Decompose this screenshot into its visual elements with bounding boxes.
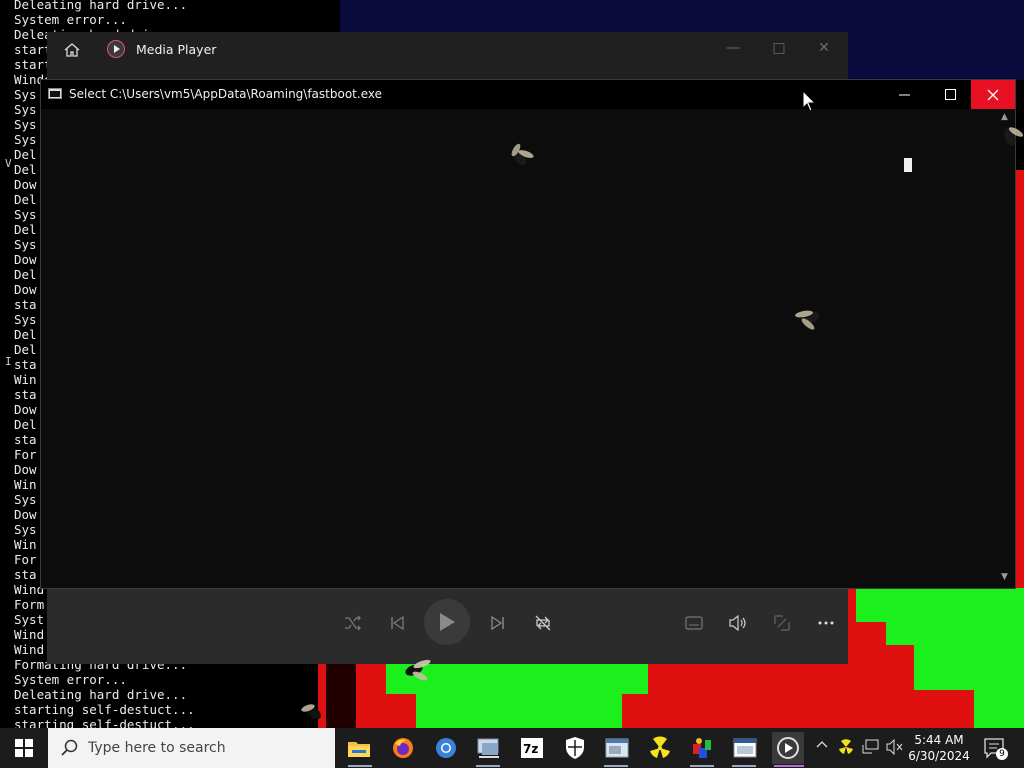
running-indicator-active [774, 765, 804, 767]
notification-count: 9 [996, 748, 1008, 760]
console-line: starting self-destuct... [14, 717, 195, 728]
control-panel-icon[interactable] [474, 734, 504, 762]
minimize-button[interactable]: — [721, 40, 745, 56]
desktop: Deleating hard drive...System error...De… [0, 0, 1024, 728]
console-text-bottom: Formating hard drive... System error... De… [14, 657, 195, 728]
next-icon[interactable] [484, 611, 512, 635]
fly-icon [301, 704, 321, 720]
captions-icon[interactable] [680, 611, 708, 635]
close-icon [987, 89, 999, 100]
play-icon [440, 613, 455, 631]
running-indicator [348, 765, 372, 767]
console-titlebar[interactable]: Select C:\Users\vm5\AppData\Roaming\fast… [41, 80, 1015, 109]
repeat-icon[interactable] [529, 611, 557, 635]
console-app-icon [48, 88, 62, 99]
console-line: Deleating hard drive... [14, 687, 188, 702]
miniplayer-icon[interactable] [768, 611, 796, 635]
volume-icon[interactable] [724, 611, 752, 635]
running-indicator [476, 765, 500, 767]
running-indicator [690, 765, 714, 767]
start-button[interactable] [0, 728, 48, 768]
paint-app-icon[interactable] [688, 734, 718, 762]
media-window-icon[interactable] [730, 734, 760, 762]
windows-logo-icon [15, 739, 33, 757]
mouse-pointer-icon [802, 90, 816, 112]
minimize-button[interactable] [881, 80, 927, 109]
previous-icon[interactable] [383, 611, 411, 635]
minimize-icon [898, 94, 910, 95]
console-line: System error... [14, 12, 127, 27]
volume-muted-icon[interactable] [886, 738, 904, 759]
fly-icon [795, 310, 820, 330]
radiation-icon[interactable] [645, 734, 675, 762]
radiation-tray-icon[interactable] [838, 739, 854, 759]
windows-security-icon[interactable] [560, 734, 590, 762]
edge-glyph: I [5, 355, 12, 368]
close-button[interactable] [971, 80, 1015, 109]
console-line: starting self-destuct... [14, 702, 195, 717]
firefox-icon[interactable] [388, 734, 418, 762]
search-icon [61, 739, 78, 756]
app-window-icon[interactable] [602, 734, 632, 762]
maximize-button[interactable] [927, 80, 973, 109]
show-hidden-icons-icon[interactable] [816, 738, 828, 753]
maximize-icon [944, 89, 956, 100]
more-icon[interactable] [812, 611, 840, 635]
clock-time: 5:44 AM [914, 733, 964, 747]
fly-icon [511, 143, 534, 166]
fly-icon [1004, 127, 1024, 146]
home-icon[interactable] [63, 41, 81, 59]
close-button[interactable]: ✕ [812, 40, 836, 56]
running-indicator [604, 765, 628, 767]
network-icon[interactable] [862, 739, 880, 759]
running-indicator [732, 765, 756, 767]
shuffle-icon[interactable] [339, 611, 367, 635]
media-player-titlebar[interactable]: Media Player — □ ✕ [47, 32, 848, 77]
search-box[interactable]: Type here to search [48, 728, 335, 768]
7zip-icon[interactable]: 7z [517, 734, 547, 762]
clock[interactable]: 5:44 AM 6/30/2024 [904, 732, 974, 764]
scroll-down-arrow[interactable]: ▼ [1001, 572, 1008, 582]
media-player-title: Media Player [136, 42, 217, 57]
media-player-app-icon [107, 40, 125, 58]
svg-text:7z: 7z [523, 742, 538, 756]
console-title: Select C:\Users\vm5\AppData\Roaming\fast… [69, 87, 382, 101]
clock-date: 6/30/2024 [908, 749, 970, 763]
maximize-button[interactable]: □ [767, 40, 791, 56]
search-placeholder: Type here to search [88, 740, 226, 756]
media-player-icon[interactable] [772, 732, 804, 764]
edge-glyph: V [5, 157, 12, 170]
console-line: Deleating hard drive... [14, 0, 188, 12]
console-line: System error... [14, 672, 127, 687]
fly-icon [405, 659, 431, 681]
play-button[interactable] [424, 599, 470, 645]
notification-center-icon[interactable]: 9 [982, 736, 1008, 760]
file-explorer-icon[interactable] [344, 734, 374, 762]
text-cursor [904, 158, 912, 172]
chrome-icon[interactable] [431, 734, 461, 762]
taskbar: Type here to search 7z 5:44 AM 6/30/2024… [0, 728, 1024, 768]
glitch-red-strip [1016, 170, 1024, 590]
